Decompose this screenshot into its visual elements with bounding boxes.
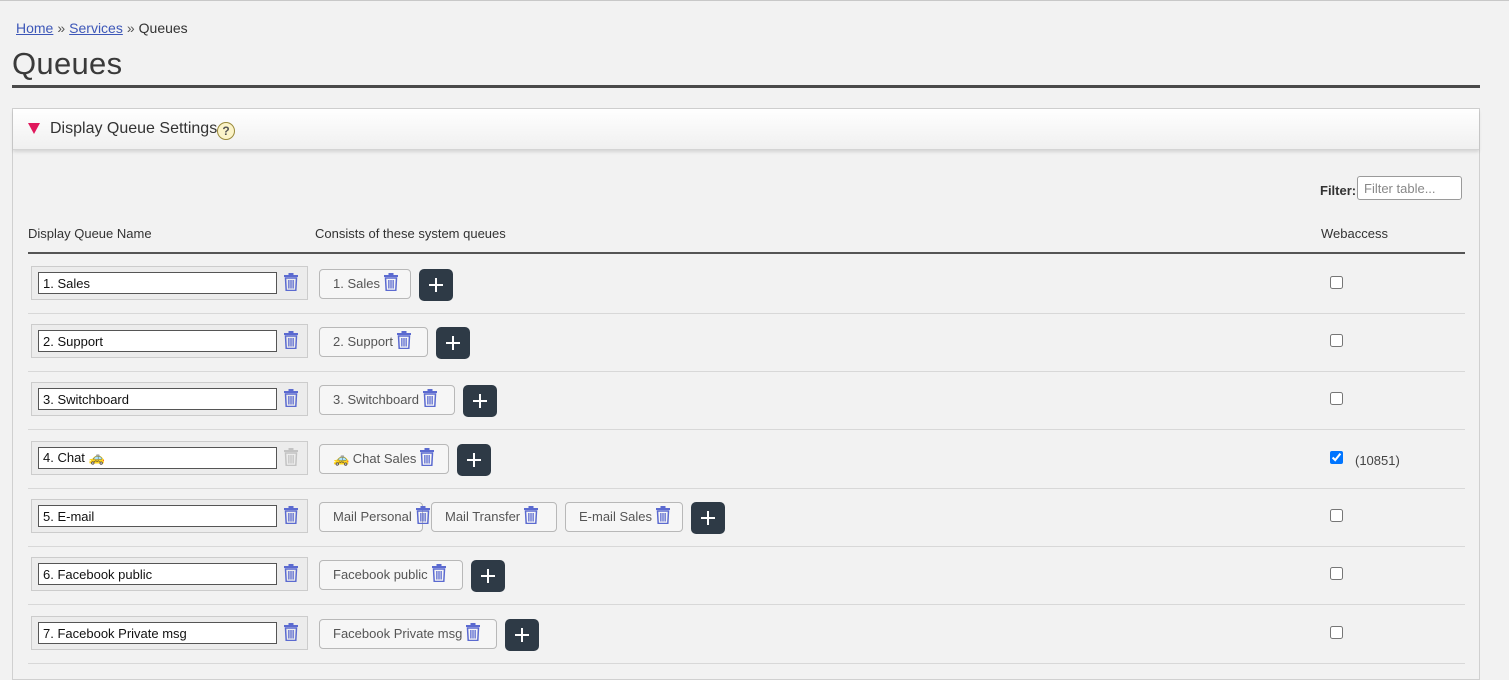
trash-icon[interactable]: [283, 506, 299, 525]
system-queue-chip: Facebook public: [319, 560, 463, 590]
system-queue-label: 2. Support: [333, 334, 393, 349]
header-divider: [28, 252, 1465, 254]
display-queue-name-cell: [31, 616, 308, 650]
display-queue-name-cell: [31, 324, 308, 358]
webaccess-count: (10851): [1355, 453, 1400, 468]
table-row: Facebook public: [28, 546, 1465, 605]
display-queue-name-cell: [31, 557, 308, 591]
add-system-queue-button[interactable]: [436, 327, 470, 359]
system-queue-label: Facebook public: [333, 567, 428, 582]
trash-icon[interactable]: [415, 506, 431, 525]
filter-label: Filter:: [1320, 183, 1357, 198]
breadcrumb-services-link[interactable]: Services: [69, 20, 123, 36]
system-queue-chip: E-mail Sales: [565, 502, 683, 532]
breadcrumb-separator: »: [57, 20, 66, 36]
trash-icon: [283, 448, 299, 467]
table-row: Facebook Private msg: [28, 605, 1465, 664]
system-queue-label: Mail Personal: [333, 509, 412, 524]
trash-icon[interactable]: [283, 564, 299, 583]
display-queue-name-input[interactable]: [38, 563, 277, 585]
add-system-queue-button[interactable]: [457, 444, 491, 476]
trash-icon[interactable]: [422, 389, 438, 408]
trash-icon[interactable]: [283, 389, 299, 408]
trash-icon[interactable]: [283, 623, 299, 642]
display-queue-name-input[interactable]: [38, 622, 277, 644]
filter-input[interactable]: [1357, 176, 1462, 200]
display-queue-name-cell: [31, 441, 308, 475]
system-queue-chip: Mail Personal: [319, 502, 430, 532]
add-system-queue-button[interactable]: [691, 502, 725, 534]
system-queue-chip: 🚕 Chat Sales: [319, 444, 449, 474]
webaccess-checkbox[interactable]: [1330, 626, 1343, 639]
system-queue-chip: 1. Sales: [319, 269, 411, 299]
display-queue-name-cell: [31, 266, 308, 300]
column-header-display-queue-name: Display Queue Name: [28, 226, 152, 241]
column-header-system-queues: Consists of these system queues: [315, 226, 506, 241]
table-row: 2. Support: [28, 313, 1465, 372]
system-queue-label: Mail Transfer: [445, 509, 521, 524]
display-queue-name-input[interactable]: [38, 272, 277, 294]
panel-title: Display Queue Settings: [50, 120, 218, 137]
table-row: Mail Personal Mail Transfer E-mail Sales: [28, 488, 1465, 547]
trash-icon[interactable]: [383, 273, 399, 292]
trash-icon[interactable]: [283, 273, 299, 292]
webaccess-checkbox[interactable]: [1330, 334, 1343, 347]
table-row: 3. Switchboard: [28, 371, 1465, 430]
system-queue-chip: Mail Transfer: [431, 502, 557, 532]
system-queue-label: 3. Switchboard: [333, 392, 419, 407]
breadcrumb-separator: »: [126, 20, 135, 36]
trash-icon[interactable]: [396, 331, 412, 350]
title-divider: [12, 85, 1480, 88]
webaccess-checkbox[interactable]: [1330, 276, 1343, 289]
top-border: [0, 0, 1509, 1]
trash-icon[interactable]: [523, 506, 539, 525]
trash-icon[interactable]: [419, 448, 435, 467]
help-icon[interactable]: ?: [217, 122, 235, 140]
table-row: 🚕 Chat Sales (10851): [28, 430, 1465, 489]
trash-icon[interactable]: [431, 564, 447, 583]
table-row: 1. Sales: [28, 255, 1465, 314]
webaccess-checkbox[interactable]: [1330, 509, 1343, 522]
system-queue-label: E-mail Sales: [579, 509, 652, 524]
column-header-webaccess: Webaccess: [1321, 226, 1388, 241]
breadcrumb: Home» Services» Queues: [16, 20, 188, 36]
display-queue-name-input[interactable]: [38, 330, 277, 352]
breadcrumb-home-link[interactable]: Home: [16, 20, 53, 36]
system-queue-label: 🚕 Chat Sales: [333, 451, 417, 466]
panel-header[interactable]: Display Queue Settings ?: [13, 109, 1479, 150]
display-queue-name-cell: [31, 499, 308, 533]
system-queue-label: Facebook Private msg: [333, 626, 463, 641]
page-title: Queues: [12, 46, 123, 81]
display-queue-settings-panel: Display Queue Settings ? Filter: Display…: [12, 108, 1480, 680]
breadcrumb-current: Queues: [138, 20, 188, 36]
system-queue-label: 1. Sales: [333, 276, 380, 291]
system-queue-chip: Facebook Private msg: [319, 619, 497, 649]
webaccess-checkbox[interactable]: [1330, 567, 1343, 580]
add-system-queue-button[interactable]: [471, 560, 505, 592]
system-queue-chip: 3. Switchboard: [319, 385, 455, 415]
triangle-down-icon[interactable]: [28, 123, 40, 134]
display-queue-name-input[interactable]: [38, 505, 277, 527]
add-system-queue-button[interactable]: [463, 385, 497, 417]
trash-icon[interactable]: [655, 506, 671, 525]
display-queue-name-cell: [31, 382, 308, 416]
trash-icon[interactable]: [283, 331, 299, 350]
webaccess-checkbox[interactable]: [1330, 392, 1343, 405]
add-system-queue-button[interactable]: [505, 619, 539, 651]
system-queue-chip: 2. Support: [319, 327, 428, 357]
add-system-queue-button[interactable]: [419, 269, 453, 301]
webaccess-checkbox[interactable]: [1330, 451, 1343, 464]
trash-icon[interactable]: [465, 623, 481, 642]
display-queue-name-input[interactable]: [38, 388, 277, 410]
display-queue-name-input[interactable]: [38, 447, 277, 469]
